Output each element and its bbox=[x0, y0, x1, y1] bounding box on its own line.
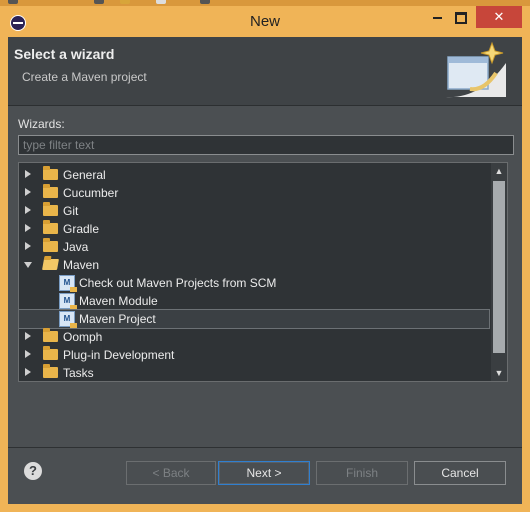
expand-arrow-icon[interactable] bbox=[25, 368, 31, 376]
next-button[interactable]: Next > bbox=[218, 461, 310, 485]
finish-button[interactable]: Finish bbox=[316, 461, 408, 485]
tree-item-label: Java bbox=[63, 240, 89, 254]
maven-project-icon: M bbox=[59, 311, 77, 328]
wizards-label: Wizards: bbox=[18, 117, 65, 131]
folder-open-icon bbox=[42, 259, 59, 270]
tree-item-gradle[interactable]: Gradle bbox=[19, 220, 489, 238]
tree-scrollbar[interactable]: ▲ ▼ bbox=[491, 163, 507, 381]
maximize-button[interactable] bbox=[446, 6, 476, 28]
expand-arrow-icon[interactable] bbox=[25, 206, 31, 214]
tree-item-label: Check out Maven Projects from SCM bbox=[79, 276, 277, 290]
expand-arrow-icon[interactable] bbox=[25, 332, 31, 340]
expand-arrow-icon[interactable] bbox=[25, 170, 31, 178]
expand-arrow-icon[interactable] bbox=[25, 242, 31, 250]
tree-item-label: Oomph bbox=[63, 330, 103, 344]
tree-item-git[interactable]: Git bbox=[19, 202, 489, 220]
tree-item-maven[interactable]: Maven bbox=[19, 256, 489, 274]
tree-item-label: General bbox=[63, 168, 106, 182]
title-bar[interactable]: New ✕ bbox=[0, 6, 530, 36]
folder-icon bbox=[43, 184, 58, 198]
tree-item-label: Tasks bbox=[63, 366, 94, 380]
tree-item-label: Maven bbox=[63, 258, 100, 272]
folder-icon bbox=[43, 364, 58, 378]
tree-item-label: Gradle bbox=[63, 222, 100, 236]
maven-checkout-icon: M bbox=[59, 275, 77, 292]
page-title: Select a wizard bbox=[14, 46, 115, 62]
toolbar-icon bbox=[120, 0, 130, 4]
scrollbar-thumb[interactable] bbox=[493, 181, 505, 353]
folder-icon bbox=[43, 346, 58, 360]
scroll-down-icon[interactable]: ▼ bbox=[491, 365, 507, 381]
expand-arrow-icon[interactable] bbox=[25, 224, 31, 232]
back-button[interactable]: < Back bbox=[126, 461, 216, 485]
tree-item-cucumber[interactable]: Cucumber bbox=[19, 184, 489, 202]
scroll-up-icon[interactable]: ▲ bbox=[491, 163, 507, 179]
tree-item-java[interactable]: Java bbox=[19, 238, 489, 256]
toolbar-icon bbox=[200, 0, 210, 4]
maven-module-icon: M bbox=[59, 293, 77, 310]
tree-item-plugin-development[interactable]: Plug-in Development bbox=[19, 346, 489, 364]
toolbar-icon bbox=[156, 0, 166, 4]
close-icon: ✕ bbox=[493, 9, 505, 24]
new-wizard-icon bbox=[446, 41, 506, 98]
folder-icon bbox=[43, 166, 58, 180]
toolbar-icon bbox=[94, 0, 104, 4]
page-subtitle: Create a Maven project bbox=[22, 70, 147, 84]
maximize-icon bbox=[455, 11, 467, 24]
filter-input[interactable] bbox=[18, 135, 514, 155]
help-button[interactable]: ? bbox=[24, 462, 42, 480]
toolbar-icon bbox=[8, 0, 18, 4]
button-bar-divider bbox=[8, 447, 522, 448]
expand-arrow-icon[interactable] bbox=[25, 350, 31, 358]
tree-item-tasks[interactable]: Tasks bbox=[19, 364, 489, 381]
folder-icon bbox=[43, 328, 58, 342]
wizard-header: Select a wizard Create a Maven project bbox=[8, 37, 522, 106]
cancel-button[interactable]: Cancel bbox=[414, 461, 506, 485]
tree-item-label: Cucumber bbox=[63, 186, 119, 200]
close-button[interactable]: ✕ bbox=[476, 6, 522, 28]
tree-item-label: Plug-in Development bbox=[63, 348, 175, 362]
tree-item-oomph[interactable]: Oomph bbox=[19, 328, 489, 346]
tree-item-general[interactable]: General bbox=[19, 166, 489, 184]
tree-item-maven-project[interactable]: M Maven Project bbox=[19, 309, 490, 329]
folder-icon bbox=[43, 202, 58, 216]
tree-item-maven-module[interactable]: M Maven Module bbox=[19, 292, 489, 310]
folder-icon bbox=[43, 238, 58, 252]
tree-item-label: Maven Module bbox=[79, 294, 158, 308]
tree-item-label: Maven Project bbox=[79, 312, 156, 326]
folder-icon bbox=[43, 220, 58, 234]
collapse-arrow-icon[interactable] bbox=[24, 262, 32, 268]
wizard-tree[interactable]: General Cucumber Git Gradle Java Maven M… bbox=[18, 162, 508, 382]
minimize-icon bbox=[432, 16, 442, 19]
expand-arrow-icon[interactable] bbox=[25, 188, 31, 196]
dialog-body: Select a wizard Create a Maven project W… bbox=[8, 37, 522, 504]
tree-item-label: Git bbox=[63, 204, 79, 218]
tree-item-maven-checkout[interactable]: M Check out Maven Projects from SCM bbox=[19, 274, 489, 292]
